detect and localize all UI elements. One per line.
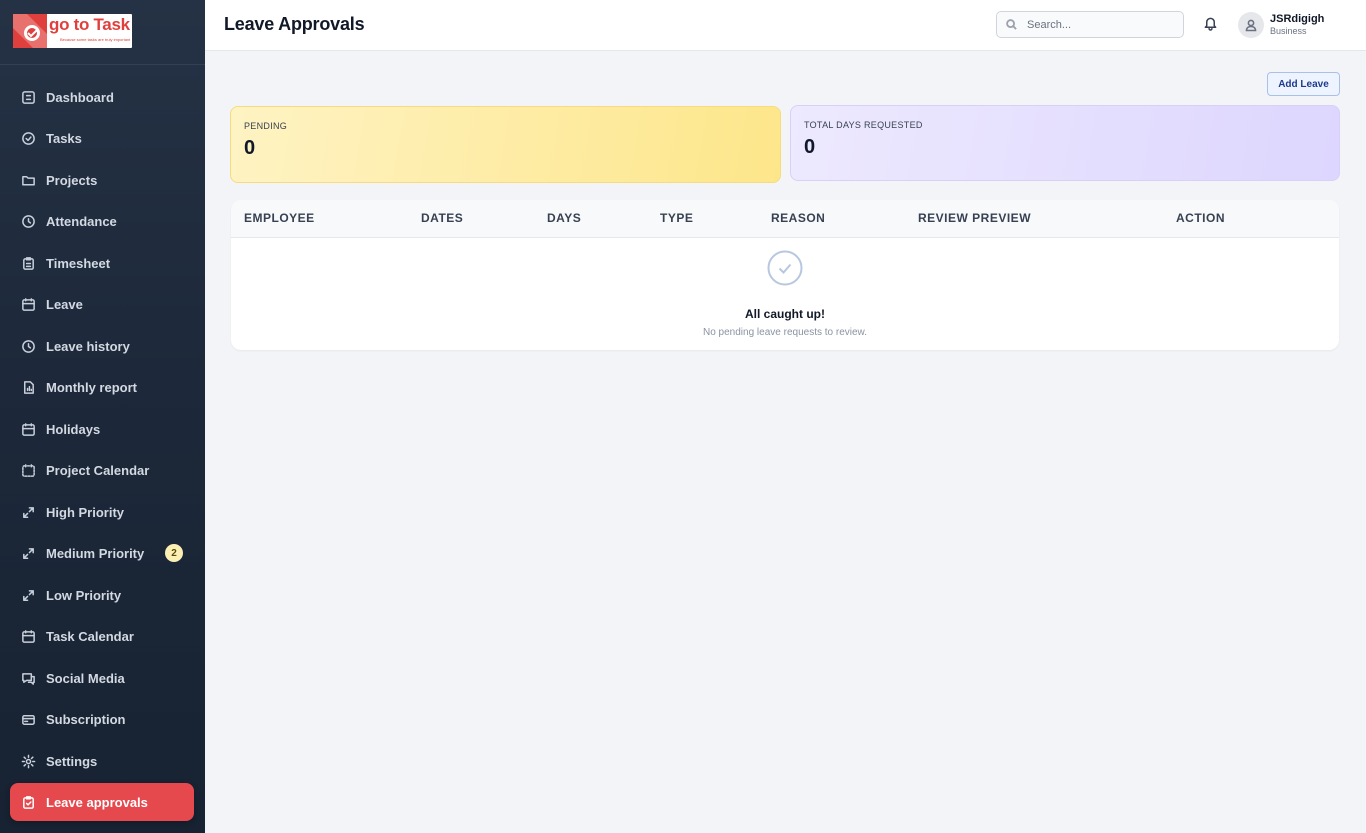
check-circle-icon bbox=[20, 130, 36, 146]
clock-icon bbox=[20, 213, 36, 229]
search-input[interactable] bbox=[1027, 18, 1167, 31]
sidebar-item-task-calendar[interactable]: Task Calendar bbox=[10, 617, 194, 655]
sidebar-item-leave-history[interactable]: Leave history bbox=[10, 327, 194, 365]
sidebar-item-label: Settings bbox=[46, 753, 98, 769]
bell-icon bbox=[1204, 17, 1217, 31]
sidebar-item-label: Leave history bbox=[46, 338, 130, 354]
sidebar-item-label: High Priority bbox=[46, 504, 125, 520]
sidebar-item-monthly-report[interactable]: Monthly report bbox=[10, 368, 194, 406]
sidebar-item-label: Social Media bbox=[46, 670, 125, 686]
logo-area: go to Task Because some tasks are truly … bbox=[0, 0, 205, 65]
leave-requests-table: EMPLOYEE DATES DAYS TYPE REASON REVIEW P… bbox=[231, 200, 1339, 350]
table-header: EMPLOYEE DATES DAYS TYPE REASON REVIEW P… bbox=[231, 200, 1339, 238]
column-header-type[interactable]: TYPE bbox=[660, 211, 693, 225]
arrows-icon bbox=[20, 587, 36, 603]
sidebar-item-label: Leave bbox=[46, 296, 83, 312]
total-days-stat-value: 0 bbox=[804, 136, 816, 158]
search-icon bbox=[1006, 19, 1017, 30]
calendar-icon bbox=[20, 421, 36, 437]
column-header-employee[interactable]: EMPLOYEE bbox=[244, 211, 315, 225]
chat-icon bbox=[20, 670, 36, 686]
sidebar-item-project-calendar[interactable]: Project Calendar bbox=[10, 451, 194, 489]
sidebar-item-label: Attendance bbox=[46, 213, 117, 229]
sidebar: go to Task Because some tasks are truly … bbox=[0, 0, 205, 833]
sidebar-item-label: Dashboard bbox=[46, 89, 114, 105]
logo[interactable]: go to Task Because some tasks are truly … bbox=[13, 14, 132, 48]
column-header-days[interactable]: DAYS bbox=[547, 211, 581, 225]
sidebar-item-tasks[interactable]: Tasks bbox=[10, 119, 194, 157]
calendar-icon bbox=[20, 628, 36, 644]
sidebar-item-label: Subscription bbox=[46, 711, 126, 727]
clipboard-check-icon bbox=[20, 794, 36, 810]
logo-mark-icon bbox=[13, 14, 47, 48]
folder-icon bbox=[20, 172, 36, 188]
top-header: Leave Approvals JSRdigigh Business bbox=[205, 0, 1366, 51]
page-title: Leave Approvals bbox=[224, 14, 365, 34]
sidebar-item-dashboard[interactable]: Dashboard bbox=[10, 78, 194, 116]
sidebar-item-label: Low Priority bbox=[46, 587, 122, 603]
report-icon bbox=[20, 379, 36, 395]
column-header-action[interactable]: ACTION bbox=[1176, 211, 1225, 225]
sidebar-item-subscription[interactable]: Subscription bbox=[10, 700, 194, 738]
count-badge: 2 bbox=[165, 544, 183, 562]
search-box[interactable] bbox=[996, 11, 1184, 38]
empty-state-title: All caught up! bbox=[745, 307, 825, 321]
sidebar-item-leave-approvals[interactable]: Leave approvals bbox=[10, 783, 194, 821]
sidebar-item-low-priority[interactable]: Low Priority bbox=[10, 576, 194, 614]
pending-stat-card: PENDING 0 bbox=[230, 106, 781, 183]
sidebar-item-attendance[interactable]: Attendance bbox=[10, 202, 194, 240]
calendar-dashed-icon bbox=[20, 462, 36, 478]
user-name[interactable]: JSRdigigh bbox=[1270, 13, 1324, 25]
card-icon bbox=[20, 711, 36, 727]
sidebar-item-label: Task Calendar bbox=[46, 628, 134, 644]
sidebar-item-label: Holidays bbox=[46, 421, 101, 437]
column-header-review-preview[interactable]: REVIEW PREVIEW bbox=[918, 211, 1031, 225]
total-days-stat-card: TOTAL DAYS REQUESTED 0 bbox=[790, 105, 1340, 181]
logo-tagline: Because some tasks are truly important bbox=[60, 37, 131, 42]
avatar[interactable] bbox=[1238, 12, 1264, 38]
sidebar-item-social-media[interactable]: Social Media bbox=[10, 659, 194, 697]
sidebar-item-label: Projects bbox=[46, 172, 98, 188]
pending-stat-value: 0 bbox=[244, 137, 256, 159]
sidebar-item-label: Timesheet bbox=[46, 255, 111, 271]
sidebar-item-label: Monthly report bbox=[46, 379, 137, 395]
sidebar-item-label: Tasks bbox=[46, 130, 82, 146]
total-days-stat-label: TOTAL DAYS REQUESTED bbox=[804, 120, 923, 130]
user-icon bbox=[1245, 19, 1257, 32]
pending-stat-label: PENDING bbox=[244, 121, 288, 131]
empty-state: All caught up! No pending leave requests… bbox=[231, 238, 1339, 350]
arrows-icon bbox=[20, 504, 36, 520]
column-header-dates[interactable]: DATES bbox=[421, 211, 463, 225]
column-header-reason[interactable]: REASON bbox=[771, 211, 825, 225]
dashboard-icon bbox=[20, 89, 36, 105]
add-leave-button[interactable]: Add Leave bbox=[1267, 72, 1340, 96]
calendar-icon bbox=[20, 296, 36, 312]
notification-bell[interactable] bbox=[1203, 15, 1219, 33]
sidebar-item-timesheet[interactable]: Timesheet bbox=[10, 244, 194, 282]
sidebar-item-leave[interactable]: Leave bbox=[10, 285, 194, 323]
clock-icon bbox=[20, 338, 36, 354]
sidebar-item-holidays[interactable]: Holidays bbox=[10, 410, 194, 448]
sidebar-item-projects[interactable]: Projects bbox=[10, 161, 194, 199]
sidebar-item-label: Leave approvals bbox=[46, 794, 148, 810]
sidebar-item-label: Project Calendar bbox=[46, 462, 150, 478]
user-role: Business bbox=[1270, 26, 1307, 36]
logo-text: go to Task bbox=[49, 15, 130, 34]
empty-state-check-icon bbox=[767, 250, 803, 286]
sidebar-item-settings[interactable]: Settings bbox=[10, 742, 194, 780]
clipboard-icon bbox=[20, 255, 36, 271]
sidebar-item-high-priority[interactable]: High Priority bbox=[10, 493, 194, 531]
empty-state-subtitle: No pending leave requests to review. bbox=[703, 327, 867, 338]
gear-icon bbox=[20, 753, 36, 769]
sidebar-item-label: Medium Priority bbox=[46, 545, 145, 561]
sidebar-item-medium-priority[interactable]: Medium Priority 2 bbox=[10, 534, 194, 572]
arrows-icon bbox=[20, 545, 36, 561]
